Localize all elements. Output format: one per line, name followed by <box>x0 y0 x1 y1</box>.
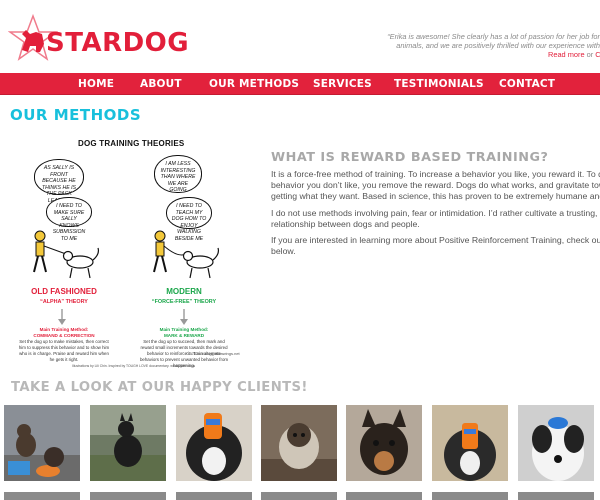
main-nav: HOME ABOUT OUR METHODS SERVICES TESTIMON… <box>0 73 600 95</box>
client-photo-6[interactable] <box>432 405 508 481</box>
article-text-line: If you are interested in learning more a… <box>271 235 600 246</box>
dog-photo-icon <box>261 405 337 481</box>
left-bubble-1: AS SALLY IS FRONT BECAUSE HE THINKS HE I… <box>34 159 84 204</box>
client-photo-5[interactable] <box>346 405 422 481</box>
client-photo-row2-5[interactable] <box>346 492 422 500</box>
client-photo-1[interactable] <box>4 405 80 481</box>
contact-link-partial[interactable]: Co <box>595 50 600 59</box>
right-method-name: MARK & REWARD <box>163 332 205 338</box>
down-arrow-icon <box>58 309 66 325</box>
infographic-signature: ©2012 Lili doggiedrawings.net <box>186 351 240 356</box>
nav-home[interactable]: HOME <box>78 78 114 90</box>
right-bubble-2: I NEED TO TEACH MY DOG HOW TO ENJOY WALK… <box>166 197 212 242</box>
nav-our-methods[interactable]: OUR METHODS <box>209 78 299 90</box>
right-theory-sub: “FORCE-FREE” THEORY <box>151 299 217 305</box>
nav-about[interactable]: ABOUT <box>140 78 182 90</box>
left-theory-sub: “ALPHA” THEORY <box>40 299 88 305</box>
article-paragraph-1: It is a force-free method of training. T… <box>271 169 600 202</box>
right-bubble-1: I AM LESS INTERESTING THAN WHERE WE ARE … <box>154 155 202 193</box>
left-method: Main Training Method: COMMAND & CORRECTI… <box>18 327 110 339</box>
nav-testimonials[interactable]: TESTIMONIALS <box>394 78 484 90</box>
dog-photo-icon <box>4 405 80 481</box>
infographic-title: DOG TRAINING THEORIES <box>78 139 185 148</box>
left-theory-label: OLD FASHIONED <box>31 287 97 296</box>
client-photo-2[interactable] <box>90 405 166 481</box>
page-title: OUR METHODS <box>10 106 142 124</box>
article-text-line: relationship between dogs and people. <box>271 218 420 229</box>
client-photo-row2-7[interactable] <box>518 492 594 500</box>
down-arrow-icon <box>180 309 188 325</box>
article-text-line: behavior you don’t like, you remove the … <box>271 179 600 190</box>
right-method: Main Training Method: MARK & REWARD <box>138 327 230 339</box>
client-photo-row2-4[interactable] <box>261 492 337 500</box>
article-text-line: getting what they want. Based in science… <box>271 190 600 201</box>
article-text-line: It is a force-free method of training. T… <box>271 169 600 179</box>
client-photo-3[interactable] <box>176 405 252 481</box>
client-photo-7[interactable] <box>518 405 594 481</box>
client-photo-row2-1[interactable] <box>4 492 80 500</box>
testimonial-links: Read more or Co <box>548 50 600 59</box>
person-walking-dog-modern-icon <box>153 230 220 279</box>
nav-services[interactable]: SERVICES <box>313 78 372 90</box>
read-more-link[interactable]: Read more <box>548 50 585 59</box>
right-method-label: Main Training Method: <box>159 327 209 332</box>
article-heading: WHAT IS REWARD BASED TRAINING? <box>271 150 549 165</box>
article-paragraph-2: I do not use methods involving pain, fea… <box>271 208 600 230</box>
article-text-line: below. <box>271 246 296 257</box>
dog-photo-icon <box>176 405 252 481</box>
person-walking-dog-icon <box>33 230 100 279</box>
article-text-line: I do not use methods involving pain, fea… <box>271 207 600 218</box>
client-photo-row2-2[interactable] <box>90 492 166 500</box>
client-photo-4[interactable] <box>261 405 337 481</box>
dog-photo-icon <box>518 405 594 481</box>
testimonial-line-1: “Erika is awesome! She clearly has a lot… <box>387 32 600 41</box>
clients-heading: TAKE A LOOK AT OUR HAPPY CLIENTS! <box>11 380 308 395</box>
infographic-credit: Illustrations by Lili Chin. Inspired by … <box>72 364 196 368</box>
client-photo-row2-6[interactable] <box>432 492 508 500</box>
nav-contact[interactable]: CONTACT <box>499 78 555 90</box>
client-photo-row2-3[interactable] <box>176 492 252 500</box>
dog-training-theories-infographic: DOG TRAINING THEORIES AS SALLY IS FRONT … <box>0 128 268 372</box>
dog-photo-icon <box>346 405 422 481</box>
testimonial-quote: “Erika is awesome! She clearly has a lot… <box>338 32 600 51</box>
left-method-name: COMMAND & CORRECTION <box>33 332 95 338</box>
article-body: It is a force-free method of training. T… <box>271 169 600 263</box>
or-text: or <box>586 50 594 59</box>
left-method-desc: Set the dog up to make mistakes, then co… <box>18 339 110 362</box>
left-bubble-2: I NEED TO MAKE SURE SALLY KNOWS SUBMISSI… <box>46 197 92 242</box>
brand-name: STARDOG <box>46 28 190 58</box>
brand-logo[interactable]: STARDOG <box>8 14 189 64</box>
dog-photo-icon <box>432 405 508 481</box>
left-method-label: Main Training Method: <box>39 327 89 332</box>
dog-photo-icon <box>90 405 166 481</box>
article-paragraph-3: If you are interested in learning more a… <box>271 235 600 257</box>
right-theory-label: MODERN <box>166 287 202 296</box>
